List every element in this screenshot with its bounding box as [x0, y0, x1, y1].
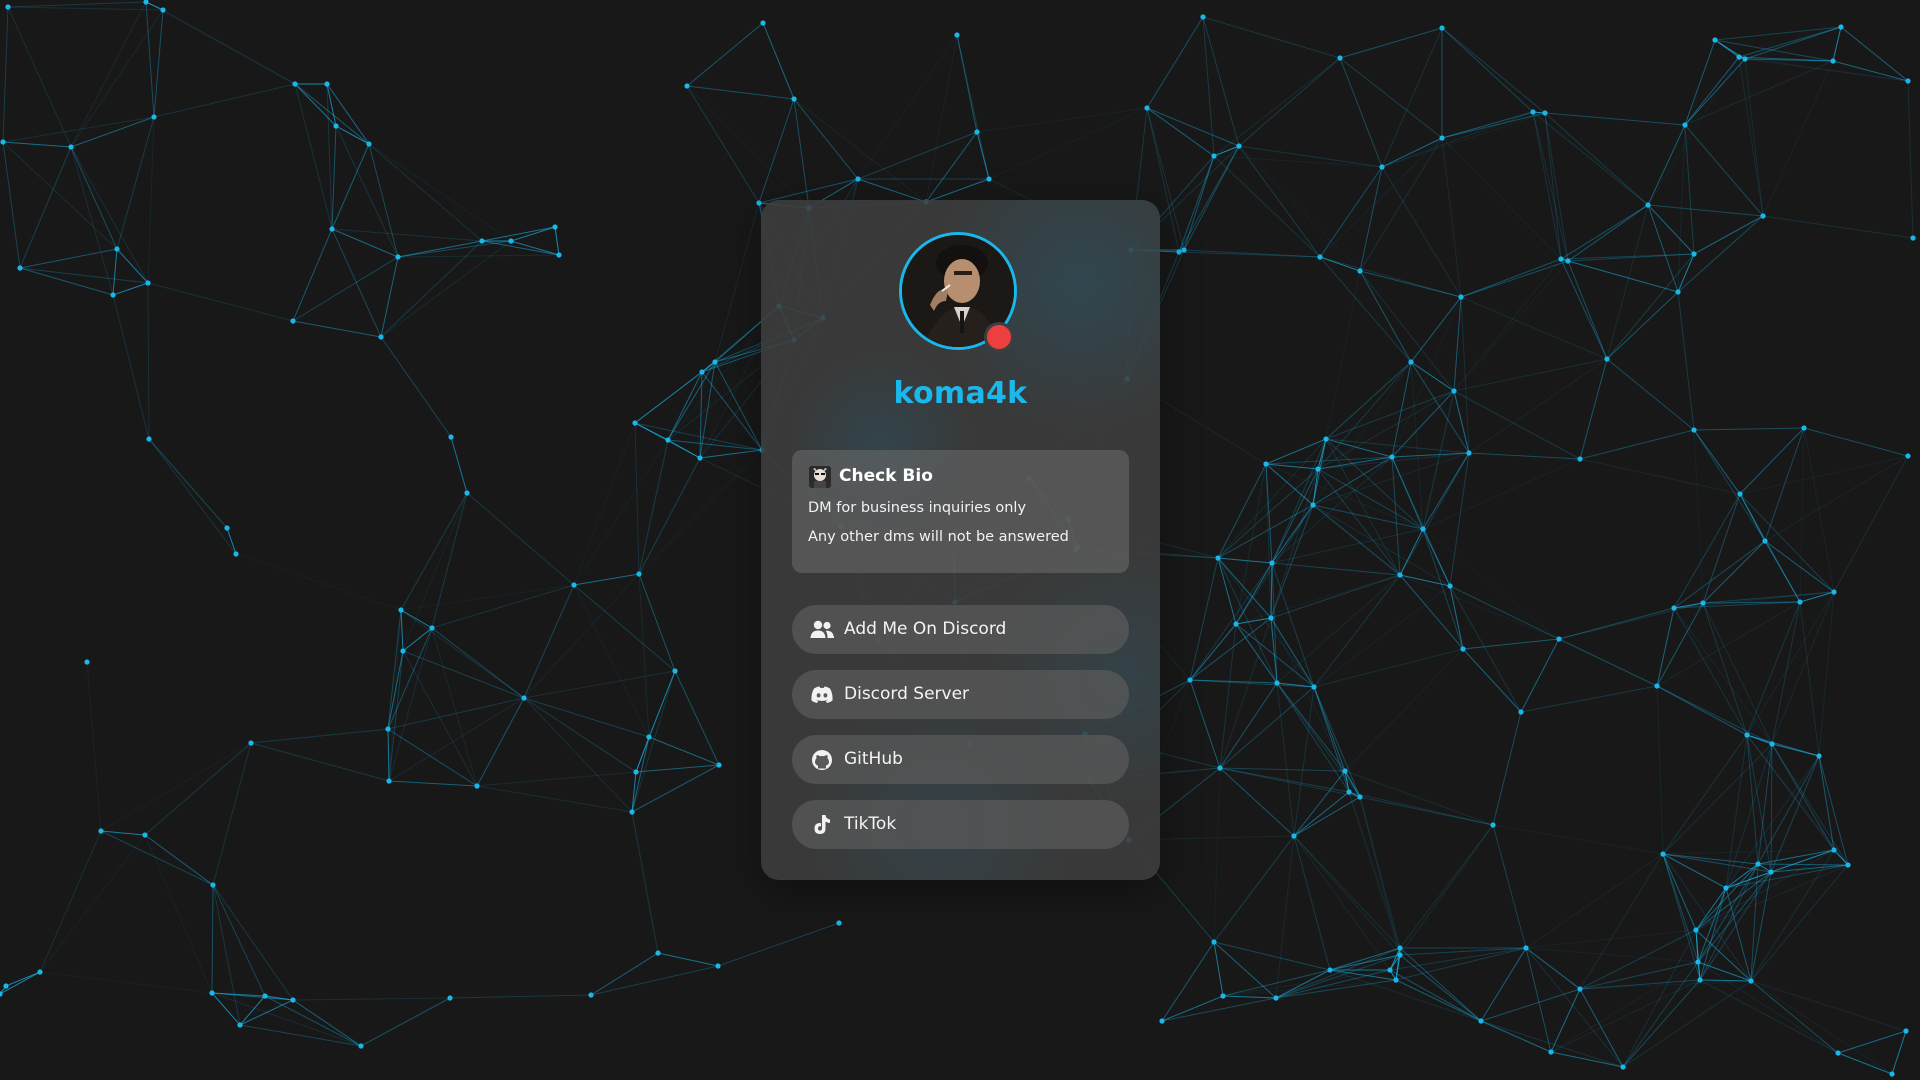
- add-me-on-discord-button[interactable]: Add Me On Discord: [792, 605, 1129, 654]
- avatar-container: [899, 232, 1017, 352]
- bio-title: Check Bio: [839, 466, 933, 486]
- bio-line-2: Any other dms will not be answered: [808, 529, 1069, 545]
- username: koma4k: [893, 376, 1028, 411]
- emoji-icon: [809, 466, 831, 488]
- users-icon: [810, 620, 834, 638]
- profile-card: koma4k Check Bio DM for business inquiri…: [761, 200, 1160, 880]
- discord-icon: [811, 686, 833, 703]
- github-icon: [812, 750, 832, 770]
- github-button[interactable]: GitHub: [792, 735, 1129, 784]
- github-label: GitHub: [844, 749, 903, 769]
- bio-box: Check Bio DM for business inquiries only…: [792, 450, 1129, 573]
- add-me-on-discord-label: Add Me On Discord: [844, 619, 1007, 639]
- tiktok-icon: [814, 815, 830, 834]
- tiktok-label: TikTok: [844, 814, 897, 834]
- discord-server-button[interactable]: Discord Server: [792, 670, 1129, 719]
- discord-server-label: Discord Server: [844, 684, 970, 704]
- status-dnd-indicator: [984, 322, 1014, 352]
- bio-line-1: DM for business inquiries only: [808, 500, 1027, 516]
- tiktok-button[interactable]: TikTok: [792, 800, 1129, 849]
